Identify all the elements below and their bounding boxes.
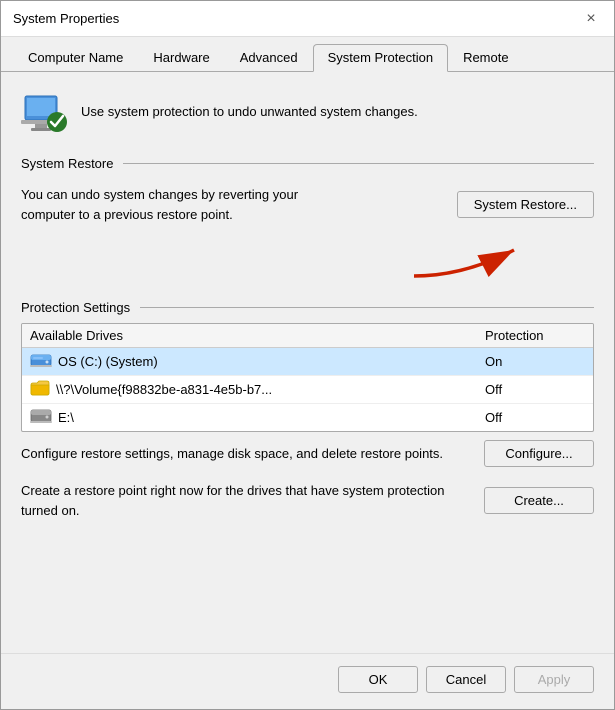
system-restore-section: System Restore You can undo system chang… — [21, 156, 594, 288]
system-restore-description: You can undo system changes by reverting… — [21, 185, 321, 224]
drive-name: \\?\Volume{f98832be-a831-4e5b-b7... — [56, 382, 272, 397]
close-button[interactable]: × — [580, 8, 602, 30]
header-section: Use system protection to undo unwanted s… — [21, 88, 594, 144]
configure-description: Configure restore settings, manage disk … — [21, 444, 474, 464]
arrow-icon — [384, 238, 564, 283]
tab-hardware[interactable]: Hardware — [138, 44, 224, 72]
system-restore-label: System Restore — [21, 156, 594, 171]
header-description: Use system protection to undo unwanted s… — [81, 103, 418, 121]
tab-computer-name[interactable]: Computer Name — [13, 44, 138, 72]
table-row[interactable]: \\?\Volume{f98832be-a831-4e5b-b7... Off — [22, 376, 593, 404]
tabs-bar: Computer Name Hardware Advanced System P… — [1, 37, 614, 72]
table-row[interactable]: E:\ Off — [22, 404, 593, 431]
hdd-icon — [30, 352, 52, 371]
title-bar: System Properties × — [1, 1, 614, 37]
folder-icon — [30, 380, 50, 399]
ok-button[interactable]: OK — [338, 666, 418, 693]
bottom-actions: Configure restore settings, manage disk … — [21, 440, 594, 520]
drive-name: E:\ — [58, 410, 74, 425]
system-protection-icon — [21, 88, 69, 136]
create-row: Create a restore point right now for the… — [21, 481, 594, 520]
drive-cell: E:\ — [30, 408, 485, 427]
content-area: Use system protection to undo unwanted s… — [1, 72, 614, 653]
col-protection: Protection — [485, 328, 585, 343]
tab-system-protection[interactable]: System Protection — [313, 44, 449, 72]
apply-button[interactable]: Apply — [514, 666, 594, 693]
protection-status: On — [485, 354, 585, 369]
table-row[interactable]: OS (C:) (System) On — [22, 348, 593, 376]
tab-remote[interactable]: Remote — [448, 44, 524, 72]
configure-row: Configure restore settings, manage disk … — [21, 440, 594, 467]
arrow-area — [21, 238, 594, 288]
footer: OK Cancel Apply — [1, 653, 614, 709]
protection-settings-label: Protection Settings — [21, 300, 594, 315]
drives-table-header: Available Drives Protection — [22, 324, 593, 348]
protection-status: Off — [485, 410, 585, 425]
col-drives: Available Drives — [30, 328, 485, 343]
drive-name: OS (C:) (System) — [58, 354, 158, 369]
window-title: System Properties — [13, 11, 119, 26]
protection-settings-section: Protection Settings Available Drives Pro… — [21, 300, 594, 520]
create-description: Create a restore point right now for the… — [21, 481, 474, 520]
drive-cell: OS (C:) (System) — [30, 352, 485, 371]
system-properties-window: System Properties × Computer Name Hardwa… — [0, 0, 615, 710]
drive-cell: \\?\Volume{f98832be-a831-4e5b-b7... — [30, 380, 485, 399]
create-button[interactable]: Create... — [484, 487, 594, 514]
system-restore-area: You can undo system changes by reverting… — [21, 179, 594, 230]
tab-advanced[interactable]: Advanced — [225, 44, 313, 72]
system-restore-button[interactable]: System Restore... — [457, 191, 594, 218]
protection-status: Off — [485, 382, 585, 397]
configure-button[interactable]: Configure... — [484, 440, 594, 467]
cancel-button[interactable]: Cancel — [426, 666, 506, 693]
drives-table: Available Drives Protection — [21, 323, 594, 432]
ext-drive-icon — [30, 408, 52, 427]
